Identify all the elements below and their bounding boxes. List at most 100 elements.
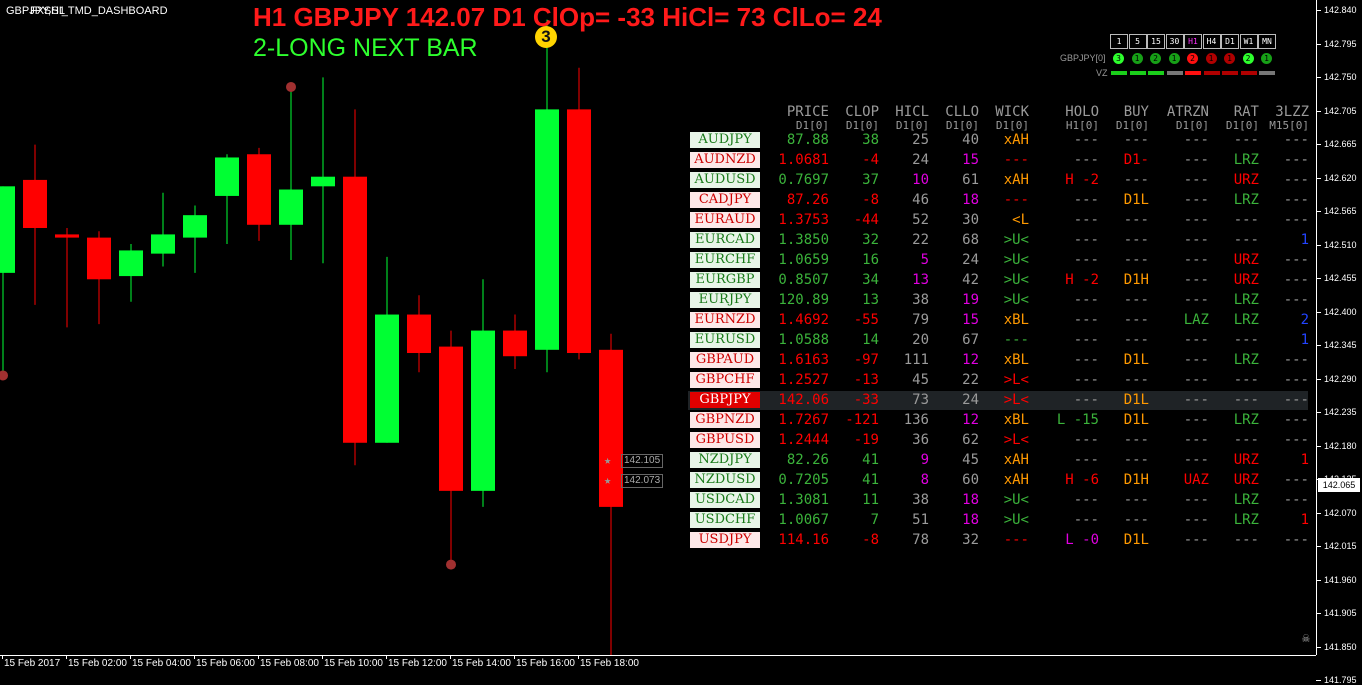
pair-button[interactable]: USDJPY — [690, 532, 760, 548]
vz-bar — [1259, 71, 1275, 75]
table-row[interactable]: EURCHF 1.0659 16 5 24 >U< --- --- --- URZ --- — [688, 251, 1309, 270]
table-row[interactable]: AUDJPY 87.88 38 25 40 xAH --- --- --- --- --- — [688, 131, 1309, 150]
cell-atrzn: UAZ — [1183, 472, 1209, 488]
pair-button[interactable]: GBPAUD — [690, 352, 760, 368]
pair-button[interactable]: EURCHF — [690, 252, 760, 268]
time-tick — [66, 655, 67, 659]
table-row[interactable]: NZDJPY 82.26 41 9 45 xAH --- --- --- URZ 1 — [688, 451, 1309, 470]
pair-button[interactable]: EURUSD — [690, 332, 760, 348]
timeframe-button[interactable]: 15 — [1147, 34, 1165, 49]
signal-badge: 3 — [535, 26, 557, 48]
time-tick — [322, 655, 323, 659]
timeframe-button[interactable]: W1 — [1239, 34, 1258, 49]
cell-buy: D1L — [1123, 532, 1149, 548]
pair-button[interactable]: GBPJPY — [690, 392, 760, 408]
timeframe-button[interactable]: D1 — [1221, 34, 1239, 49]
price-tick — [1316, 345, 1321, 346]
timeframe-button[interactable]: 30 — [1165, 34, 1184, 49]
timeframe-button[interactable]: 1 — [1110, 34, 1128, 49]
pair-button[interactable]: USDCAD — [690, 492, 760, 508]
table-row[interactable]: GBPCHF 1.2527 -13 45 22 >L< --- --- --- --- --- — [688, 371, 1309, 390]
table-row[interactable]: AUDUSD 0.7697 37 10 61 xAH H -2 --- --- URZ --- — [688, 171, 1309, 190]
pair-button[interactable]: EURCAD — [690, 232, 760, 248]
candle-body — [407, 314, 431, 354]
cell-hicl: 8 — [920, 472, 929, 488]
cell-holo: --- — [1073, 312, 1099, 328]
table-row[interactable]: AUDNZD 1.0681 -4 24 15 --- --- D1- --- LRZ --- — [688, 151, 1309, 170]
cell-hicl: 136 — [903, 412, 929, 428]
table-row[interactable]: GBPAUD 1.6163 -97 111 12 xBL --- D1L --- LRZ --- — [688, 351, 1309, 370]
cell-cllo: 62 — [962, 432, 979, 448]
cell-wick: >U< — [1003, 292, 1029, 308]
table-row[interactable]: EURCAD 1.3850 32 22 68 >U< --- --- --- --- 1 — [688, 231, 1309, 250]
candle-body — [343, 176, 367, 443]
table-row[interactable]: USDJPY 114.16 -8 78 32 --- L -0 D1L --- --- --- — [688, 531, 1309, 550]
cell-clop: -4 — [862, 152, 879, 168]
pair-button[interactable]: NZDJPY — [690, 452, 760, 468]
table-row[interactable]: USDCAD 1.3081 11 38 18 >U< --- --- --- LRZ --- — [688, 491, 1309, 510]
cell-buy: D1L — [1123, 192, 1149, 208]
table-row[interactable]: GBPUSD 1.2444 -19 36 62 >L< --- --- --- --- --- — [688, 431, 1309, 450]
column-header: 3LZZ — [1275, 104, 1309, 120]
timeframe-button[interactable]: H1 — [1184, 34, 1202, 49]
pair-button[interactable]: EURGBP — [690, 272, 760, 288]
column-header: BUY — [1123, 104, 1149, 120]
cell-cllo: 30 — [962, 212, 979, 228]
table-row[interactable]: GBPNZD 1.7267 -121 136 12 xBL L -15 D1L --- LRZ --… — [688, 411, 1309, 430]
pair-button[interactable]: EURNZD — [690, 312, 760, 328]
timeframe-button[interactable]: MN — [1258, 34, 1276, 49]
table-row[interactable]: EURJPY 120.89 13 38 19 >U< --- --- --- LRZ --- — [688, 291, 1309, 310]
cell-clop: -44 — [853, 212, 879, 228]
cell-clop: 13 — [862, 292, 879, 308]
pair-button[interactable]: AUDJPY — [690, 132, 760, 148]
cell-holo: --- — [1073, 332, 1099, 348]
table-row[interactable]: EURGBP 0.8507 34 13 42 >U< H -2 D1H --- URZ --- — [688, 271, 1309, 290]
timeframe-button[interactable]: H4 — [1202, 34, 1221, 49]
candle-body — [311, 176, 335, 187]
pair-button[interactable]: AUDNZD — [690, 152, 760, 168]
table-row[interactable]: GBPJPY 142.06 -33 73 24 >L< --- D1L --- --- --- — [688, 391, 1309, 410]
cell-atrzn: --- — [1183, 172, 1209, 188]
pair-button[interactable]: EURAUD — [690, 212, 760, 228]
cell-cllo: 45 — [962, 452, 979, 468]
pair-button[interactable]: CADJPY — [690, 192, 760, 208]
cell-holo: --- — [1073, 372, 1099, 388]
cell-holo: --- — [1073, 452, 1099, 468]
cell-buy: --- — [1123, 432, 1149, 448]
mini-panel-label: GBPJPY[0] — [1060, 53, 1106, 63]
pair-button[interactable]: GBPNZD — [690, 412, 760, 428]
cell-hicl: 78 — [912, 532, 929, 548]
pair-button[interactable]: GBPCHF — [690, 372, 760, 388]
star-icon: ★ — [604, 473, 612, 487]
column-header: HOLO — [1065, 104, 1099, 120]
table-row[interactable]: CADJPY 87.26 -8 46 18 --- --- D1L --- LRZ --- — [688, 191, 1309, 210]
pair-button[interactable]: USDCHF — [690, 512, 760, 528]
pair-button[interactable]: AUDUSD — [690, 172, 760, 188]
table-row[interactable]: EURNZD 1.4692 -55 79 15 xBL --- --- LAZ LRZ 2 — [688, 311, 1309, 330]
pair-button[interactable]: GBPUSD — [690, 432, 760, 448]
cell-buy: --- — [1123, 212, 1149, 228]
cell-wick: >L< — [1003, 392, 1029, 408]
cell-cllo: 15 — [962, 152, 979, 168]
table-row[interactable]: USDCHF 1.0067 7 51 18 >U< --- --- --- LRZ 1 — [688, 511, 1309, 530]
cell-price: 1.2527 — [778, 372, 829, 388]
time-tick — [194, 655, 195, 659]
cell-hicl: 45 — [912, 372, 929, 388]
cell-price: 1.7267 — [778, 412, 829, 428]
cell-hicl: 79 — [912, 312, 929, 328]
price-tick — [1316, 144, 1321, 145]
cell-rat: --- — [1233, 532, 1259, 548]
cell-rat: --- — [1233, 392, 1259, 408]
table-row[interactable]: EURUSD 1.0588 14 20 67 --- --- --- --- --- 1 — [688, 331, 1309, 350]
vz-label: VZ — [1096, 68, 1108, 78]
candle-body — [375, 314, 399, 443]
table-row[interactable]: NZDUSD 0.7205 41 8 60 xAH H -6 D1H UAZ URZ --- — [688, 471, 1309, 490]
pair-button[interactable]: NZDUSD — [690, 472, 760, 488]
candle-body — [87, 237, 111, 280]
timeframe-button[interactable]: 5 — [1128, 34, 1147, 49]
cell-price: 0.7205 — [778, 472, 829, 488]
cell-rat: --- — [1233, 232, 1259, 248]
table-row[interactable]: EURAUD 1.3753 -44 52 30 <L --- --- --- --- --- — [688, 211, 1309, 230]
cell-atrzn: --- — [1183, 372, 1209, 388]
pair-button[interactable]: EURJPY — [690, 292, 760, 308]
